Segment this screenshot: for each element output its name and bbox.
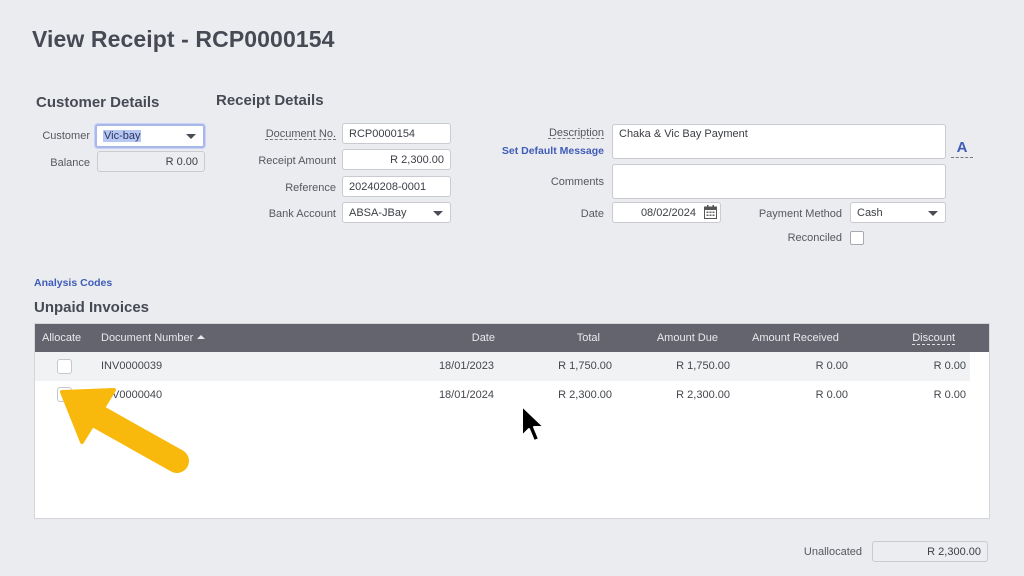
- payment-method-select[interactable]: Cash: [850, 202, 946, 223]
- receipt-amount-field[interactable]: R 2,300.00: [342, 149, 451, 170]
- cell-date: 18/01/2024: [438, 389, 494, 401]
- date-label: Date: [580, 208, 604, 220]
- cell-amount-due: R 2,300.00: [676, 389, 730, 401]
- comments-field[interactable]: [612, 164, 946, 199]
- allocate-checkbox[interactable]: [57, 387, 72, 402]
- sort-ascending-icon: [197, 335, 206, 339]
- payment-method-label: Payment Method: [758, 208, 842, 220]
- font-format-button[interactable]: A: [951, 140, 973, 158]
- unallocated-field: R 2,300.00: [872, 541, 988, 562]
- balance-field: R 0.00: [97, 151, 205, 172]
- document-no-field[interactable]: RCP0000154: [342, 123, 451, 144]
- column-total[interactable]: Total: [525, 332, 600, 344]
- balance-label: Balance: [50, 157, 90, 169]
- table-row: INV0000040 18/01/2024 R 2,300.00 R 2,300…: [35, 381, 970, 410]
- column-allocate[interactable]: Allocate: [42, 332, 81, 344]
- bank-account-label: Bank Account: [268, 208, 336, 220]
- table-row: INV0000039 18/01/2023 R 1,750.00 R 1,750…: [35, 352, 970, 381]
- document-no-label: Document No.: [265, 128, 336, 140]
- column-document-number[interactable]: Document Number: [101, 332, 206, 344]
- page-title: View Receipt - RCP0000154: [32, 26, 335, 52]
- allocate-checkbox[interactable]: [57, 359, 72, 374]
- customer-details-heading: Customer Details: [36, 94, 160, 111]
- cell-date: 18/01/2023: [438, 360, 494, 372]
- receipt-amount-label: Receipt Amount: [258, 155, 336, 167]
- cell-total: R 2,300.00: [558, 389, 612, 401]
- column-document-number-label: Document Number: [101, 332, 194, 344]
- mouse-cursor-icon: [521, 405, 545, 442]
- unallocated-label: Unallocated: [803, 546, 862, 558]
- cell-discount: R 0.00: [933, 389, 966, 401]
- column-date[interactable]: Date: [415, 332, 495, 344]
- cell-amount-received: R 0.00: [815, 389, 848, 401]
- description-label: Description: [548, 127, 604, 139]
- cell-document-number: INV0000039: [101, 360, 163, 372]
- chevron-down-icon: [928, 211, 938, 216]
- bank-account-select[interactable]: ABSA-JBay: [342, 202, 451, 223]
- reference-field[interactable]: 20240208-0001: [342, 176, 451, 197]
- analysis-codes-link[interactable]: Analysis Codes: [34, 277, 112, 289]
- reconciled-checkbox[interactable]: [850, 231, 864, 245]
- customer-value: Vic-bay: [103, 130, 142, 142]
- bank-account-value: ABSA-JBay: [349, 206, 407, 219]
- payment-method-value: Cash: [857, 206, 883, 219]
- comments-label: Comments: [550, 176, 604, 188]
- chevron-down-icon: [186, 134, 196, 139]
- date-value: 08/02/2024: [640, 206, 696, 219]
- cell-total: R 1,750.00: [558, 360, 612, 372]
- reconciled-label: Reconciled: [787, 232, 842, 244]
- customer-select[interactable]: Vic-bay: [95, 124, 205, 148]
- unpaid-invoices-table: Allocate Document Number Date Total Amou…: [34, 323, 990, 519]
- receipt-details-heading: Receipt Details: [216, 92, 324, 109]
- customer-label: Customer: [42, 130, 90, 142]
- reference-label: Reference: [285, 182, 336, 194]
- calendar-icon[interactable]: [704, 205, 717, 224]
- cell-amount-due: R 1,750.00: [676, 360, 730, 372]
- cell-document-number: INV0000040: [101, 389, 163, 401]
- table-header: Allocate Document Number Date Total Amou…: [35, 324, 989, 352]
- cell-discount: R 0.00: [933, 360, 966, 372]
- description-field[interactable]: Chaka & Vic Bay Payment: [612, 124, 946, 159]
- cell-amount-received: R 0.00: [815, 360, 848, 372]
- column-discount[interactable]: Discount: [885, 332, 955, 344]
- column-amount-due[interactable]: Amount Due: [635, 332, 718, 344]
- set-default-message-link[interactable]: Set Default Message: [484, 145, 604, 157]
- unpaid-invoices-heading: Unpaid Invoices: [34, 299, 150, 316]
- chevron-down-icon: [433, 211, 443, 216]
- column-amount-received[interactable]: Amount Received: [752, 332, 839, 344]
